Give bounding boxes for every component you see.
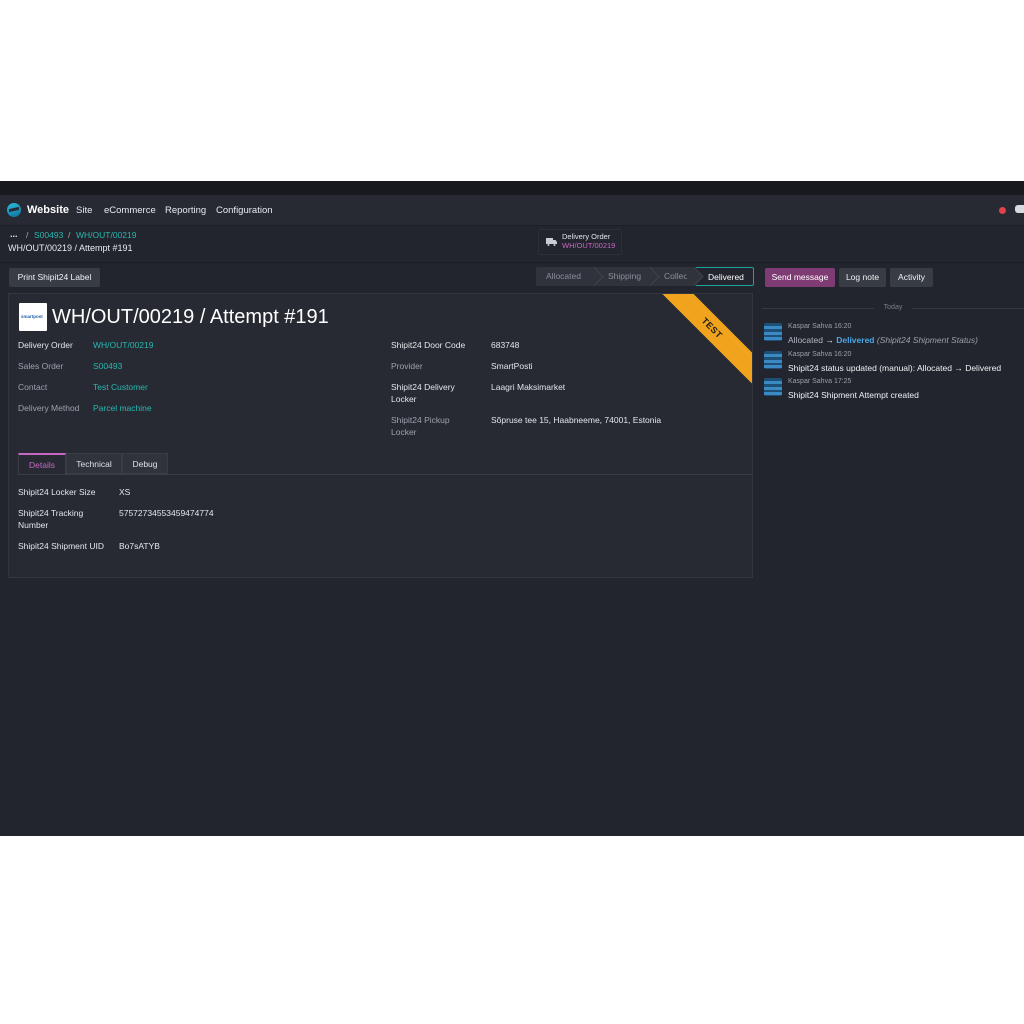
avatar[interactable]: [764, 351, 782, 369]
message-body: Shipit24 Shipment Attempt created: [788, 390, 919, 400]
chatter-panel: Today Kaspar Sahva 16:20 Allocated → Del…: [762, 300, 1024, 410]
message-body: Allocated → Delivered (Shipit24 Shipment…: [788, 335, 978, 345]
app-logo-icon[interactable]: [7, 203, 21, 217]
provider-logo-text: smartpost: [21, 314, 43, 319]
breadcrumb-delivery-order[interactable]: WH/OUT/00219: [76, 230, 136, 240]
field-delivery-method[interactable]: Parcel machine: [93, 402, 152, 414]
field-contact[interactable]: Test Customer: [93, 381, 148, 393]
menu-configuration[interactable]: Configuration: [216, 205, 273, 216]
breadcrumb-current: WH/OUT/00219 / Attempt #191: [8, 243, 133, 253]
menu-site[interactable]: Site: [76, 205, 92, 216]
stage-allocated[interactable]: Allocated: [536, 267, 596, 286]
tab-divider: [18, 474, 752, 475]
field-sales-order[interactable]: S00493: [93, 360, 122, 372]
field-label-delivery-method: Delivery Method: [18, 403, 80, 413]
test-ribbon: TEST: [651, 294, 752, 389]
breadcrumb-ellipsis[interactable]: ...: [10, 229, 18, 239]
main-navbar: Website Site eCommerce Reporting Configu…: [0, 195, 1024, 226]
tab-details[interactable]: Details: [18, 453, 66, 474]
message-body: Shipit24 status updated (manual): Alloca…: [788, 363, 1002, 373]
field-label-delivery-locker: Shipit24 Delivery Locker: [391, 382, 455, 404]
field-label-delivery-order: Delivery Order: [18, 340, 73, 350]
menu-ecommerce[interactable]: eCommerce: [104, 205, 156, 216]
stage-delivered[interactable]: Delivered: [696, 267, 754, 286]
send-message-button[interactable]: Send message: [765, 268, 835, 287]
breadcrumb-separator: /: [26, 230, 29, 240]
app-name[interactable]: Website: [27, 204, 69, 216]
field-label-locker-size: Shipit24 Locker Size: [18, 487, 96, 497]
field-label-provider: Provider: [391, 361, 423, 371]
avatar[interactable]: [764, 378, 782, 396]
smart-button-title: Delivery Order: [562, 232, 611, 241]
message-author: Kaspar Sahva 17:25: [788, 378, 852, 385]
field-tracking-number[interactable]: 57572734553459474774: [119, 507, 214, 519]
truck-icon: [546, 238, 557, 246]
field-label-sales-order: Sales Order: [18, 361, 64, 371]
menu-reporting[interactable]: Reporting: [165, 205, 206, 216]
field-label-contact: Contact: [18, 382, 48, 392]
smart-button-value: WH/OUT/00219: [562, 241, 616, 250]
avatar[interactable]: [764, 323, 782, 341]
field-label-pickup-locker: Shipit24 Pickup Locker: [391, 415, 450, 437]
print-label-button[interactable]: Print Shipit24 Label: [9, 268, 100, 287]
status-dot-icon[interactable]: [999, 207, 1006, 214]
provider-logo: smartpost: [19, 303, 47, 331]
control-panel: ... / S00493 / WH/OUT/00219 WH/OUT/00219…: [0, 226, 1024, 263]
tab-debug[interactable]: Debug: [122, 453, 168, 474]
field-label-tracking-number: Shipit24 Tracking Number: [18, 508, 84, 530]
field-delivery-order[interactable]: WH/OUT/00219: [93, 339, 153, 351]
message-author: Kaspar Sahva 16:20: [788, 351, 852, 358]
chat-icon[interactable]: [1015, 205, 1024, 213]
field-shipment-uid[interactable]: Bo7sATYB: [119, 540, 160, 552]
log-note-button[interactable]: Log note: [839, 268, 886, 287]
status-bar: Allocated Shipping Collect Delivered: [536, 267, 754, 286]
field-pickup-locker[interactable]: Sõpruse tee 15, Haabneeme, 74001, Estoni…: [491, 414, 661, 426]
breadcrumb-sales-order[interactable]: S00493: [34, 230, 63, 240]
form-sheet: TEST smartpost WH/OUT/00219 / Attempt #1…: [8, 293, 753, 578]
record-title: WH/OUT/00219 / Attempt #191: [52, 306, 329, 328]
divider: [912, 308, 1024, 309]
field-provider[interactable]: SmartPosti: [491, 360, 533, 372]
field-door-code[interactable]: 683748: [491, 339, 519, 351]
breadcrumb-separator: /: [68, 230, 71, 240]
message-author: Kaspar Sahva 16:20: [788, 323, 852, 330]
field-label-door-code: Shipit24 Door Code: [391, 340, 466, 350]
delivery-order-smart-button[interactable]: Delivery Order WH/OUT/00219: [538, 229, 622, 255]
stage-shipping[interactable]: Shipping: [596, 267, 652, 286]
window-top-bar: [0, 181, 1024, 195]
field-locker-size[interactable]: XS: [119, 486, 130, 498]
field-label-shipment-uid: Shipit24 Shipment UID: [18, 541, 104, 551]
activity-button[interactable]: Activity: [890, 268, 933, 287]
field-delivery-locker[interactable]: Laagri Maksimarket: [491, 381, 565, 393]
tab-technical[interactable]: Technical: [66, 453, 122, 474]
